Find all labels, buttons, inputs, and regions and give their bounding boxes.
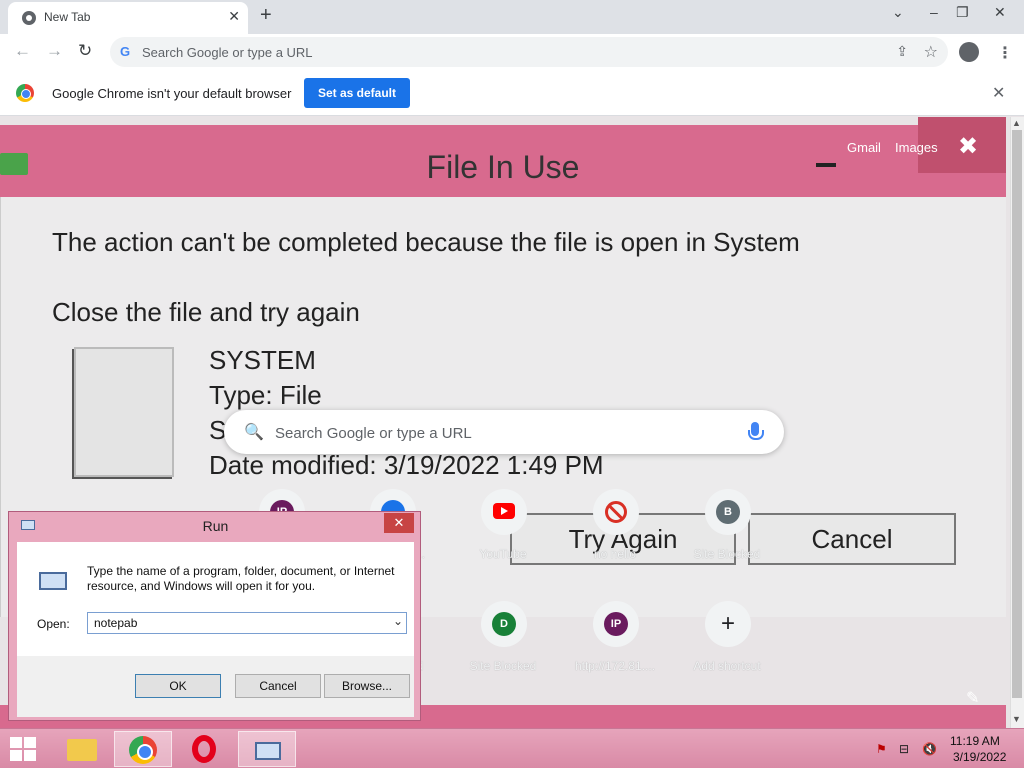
chevron-down-icon[interactable]: ⌄ (393, 614, 403, 628)
new-tab-button[interactable]: + (260, 4, 272, 27)
youtube-icon (493, 503, 515, 519)
file-name: SYSTEM (209, 345, 316, 375)
file-type: Type: File (209, 380, 322, 410)
scroll-down-icon[interactable]: ▼ (1012, 714, 1021, 724)
clock-date[interactable]: 3/19/2022 (953, 750, 1006, 764)
google-g-icon: G (120, 44, 131, 59)
shortcut-label: Add shortcut (693, 659, 761, 673)
gmail-link[interactable]: Gmail (847, 140, 881, 155)
run-program-icon (39, 572, 67, 590)
run-close-button[interactable]: ✕ (384, 513, 414, 533)
scrollbar-thumb[interactable] (1012, 130, 1022, 698)
shortcut-label: Site Blocked (693, 547, 761, 561)
volume-muted-icon[interactable]: 🔇 (922, 742, 937, 756)
background-popup-titlebar: File In Use (0, 125, 1006, 197)
chrome-tab-icon (22, 11, 36, 25)
browse-button[interactable]: Browse... (324, 674, 410, 698)
shortcut-youtube[interactable]: YouTube (447, 489, 559, 589)
tab-strip: New Tab ✕ + ⌄ – ❐ ✕ (0, 0, 1024, 34)
add-shortcut[interactable]: + Add shortcut (671, 601, 783, 701)
shortcut-b-icon: B (716, 500, 740, 524)
open-label: Open: (37, 617, 70, 631)
shortcut-label: YouTube (479, 547, 527, 561)
background-instruction: Close the file and try again (52, 297, 360, 327)
chrome-logo-icon (16, 84, 34, 102)
folder-icon (67, 739, 97, 761)
windows-start-icon[interactable] (10, 737, 36, 761)
infobar-close-icon[interactable]: ✕ (992, 83, 1005, 103)
set-as-default-button[interactable]: Set as default (304, 78, 410, 108)
search-icon: 🔍 (244, 424, 264, 441)
opera-icon (192, 735, 216, 763)
run-dialog: Run ✕ Type the name of a program, folder… (8, 511, 421, 721)
run-description: Type the name of a program, folder, docu… (87, 564, 395, 593)
open-input-value: notepab (94, 616, 138, 630)
chrome-icon (129, 736, 157, 764)
customize-pencil-icon[interactable]: ✎ (966, 688, 979, 708)
omnibox[interactable]: G Search Google or type a URL ⇪ ☆ (110, 37, 948, 67)
tab-title: New Tab (44, 10, 91, 24)
file-icon (74, 347, 174, 477)
background-message: The action can't be completed because th… (52, 227, 800, 257)
file-date-modified: Date modified: 3/19/2022 1:49 PM (209, 450, 604, 480)
shortcut-ip-icon: IP (604, 612, 628, 636)
taskbar-opera[interactable] (176, 731, 234, 767)
shortcut-label: no hello (593, 547, 637, 561)
taskbar-chrome[interactable] (114, 731, 172, 767)
tab-search-icon[interactable]: ⌄ (892, 4, 904, 21)
tab-close-icon[interactable]: ✕ (228, 8, 240, 25)
microphone-icon[interactable] (748, 422, 764, 440)
plus-icon: + (720, 610, 735, 637)
bookmark-star-icon[interactable]: ☆ (924, 42, 938, 62)
taskbar-file-explorer[interactable] (52, 731, 110, 767)
shortcut-d-icon: D (492, 612, 516, 636)
taskbar: ⚑ ⊟ 🔇 11:19 AM 3/19/2022 (0, 728, 1024, 768)
shortcut-site-blocked[interactable]: D Site Blocked (447, 601, 559, 701)
network-icon[interactable]: ⊟ (899, 742, 909, 756)
back-icon[interactable]: ← (14, 41, 31, 61)
shortcut-ip-address[interactable]: IP http://172.81.... (559, 601, 671, 701)
google-search-box[interactable]: 🔍 Search Google or type a URL (224, 410, 784, 454)
infobar-message: Google Chrome isn't your default browser (52, 86, 292, 101)
no-entry-icon (605, 501, 627, 523)
profile-avatar-icon[interactable] (959, 42, 979, 62)
background-close-icon[interactable]: ✖ (958, 132, 978, 161)
scroll-up-icon[interactable]: ▲ (1012, 118, 1021, 128)
forward-icon[interactable]: → (46, 41, 63, 61)
search-placeholder: Search Google or type a URL (275, 425, 472, 442)
browser-toolbar: ← → ↻ G Search Google or type a URL ⇪ ☆ (0, 34, 1024, 70)
chrome-menu-icon[interactable]: ⋮ (997, 43, 1013, 63)
shortcut-site-blocked[interactable]: B Site Blocked (671, 489, 783, 589)
run-dialog-title: Run (202, 518, 229, 534)
run-dialog-body: Type the name of a program, folder, docu… (17, 542, 414, 717)
close-window-button[interactable]: ✕ (994, 4, 1006, 21)
omnibox-placeholder: Search Google or type a URL (142, 45, 313, 60)
images-link[interactable]: Images (895, 140, 938, 155)
taskbar-run[interactable] (238, 731, 296, 767)
restore-button[interactable]: ❐ (956, 4, 969, 21)
cancel-button[interactable]: Cancel (235, 674, 321, 698)
tab-new-tab[interactable]: New Tab ✕ (8, 2, 248, 34)
default-browser-infobar: Google Chrome isn't your default browser… (0, 70, 1024, 116)
clock-time[interactable]: 11:19 AM (950, 734, 1000, 748)
action-center-flag-icon[interactable]: ⚑ (876, 742, 887, 756)
background-minimize-icon (816, 163, 836, 167)
run-icon (255, 742, 281, 760)
shortcut-label: http://172.81.... (574, 659, 656, 673)
shortcut-no-hello[interactable]: no hello (559, 489, 671, 589)
minimize-button[interactable]: – (930, 4, 938, 20)
open-input[interactable]: notepab ⌄ (87, 612, 407, 634)
shortcut-label: Site Blocked (469, 659, 537, 673)
ok-button[interactable]: OK (135, 674, 221, 698)
share-icon[interactable]: ⇪ (896, 43, 908, 60)
reload-icon[interactable]: ↻ (78, 41, 92, 61)
